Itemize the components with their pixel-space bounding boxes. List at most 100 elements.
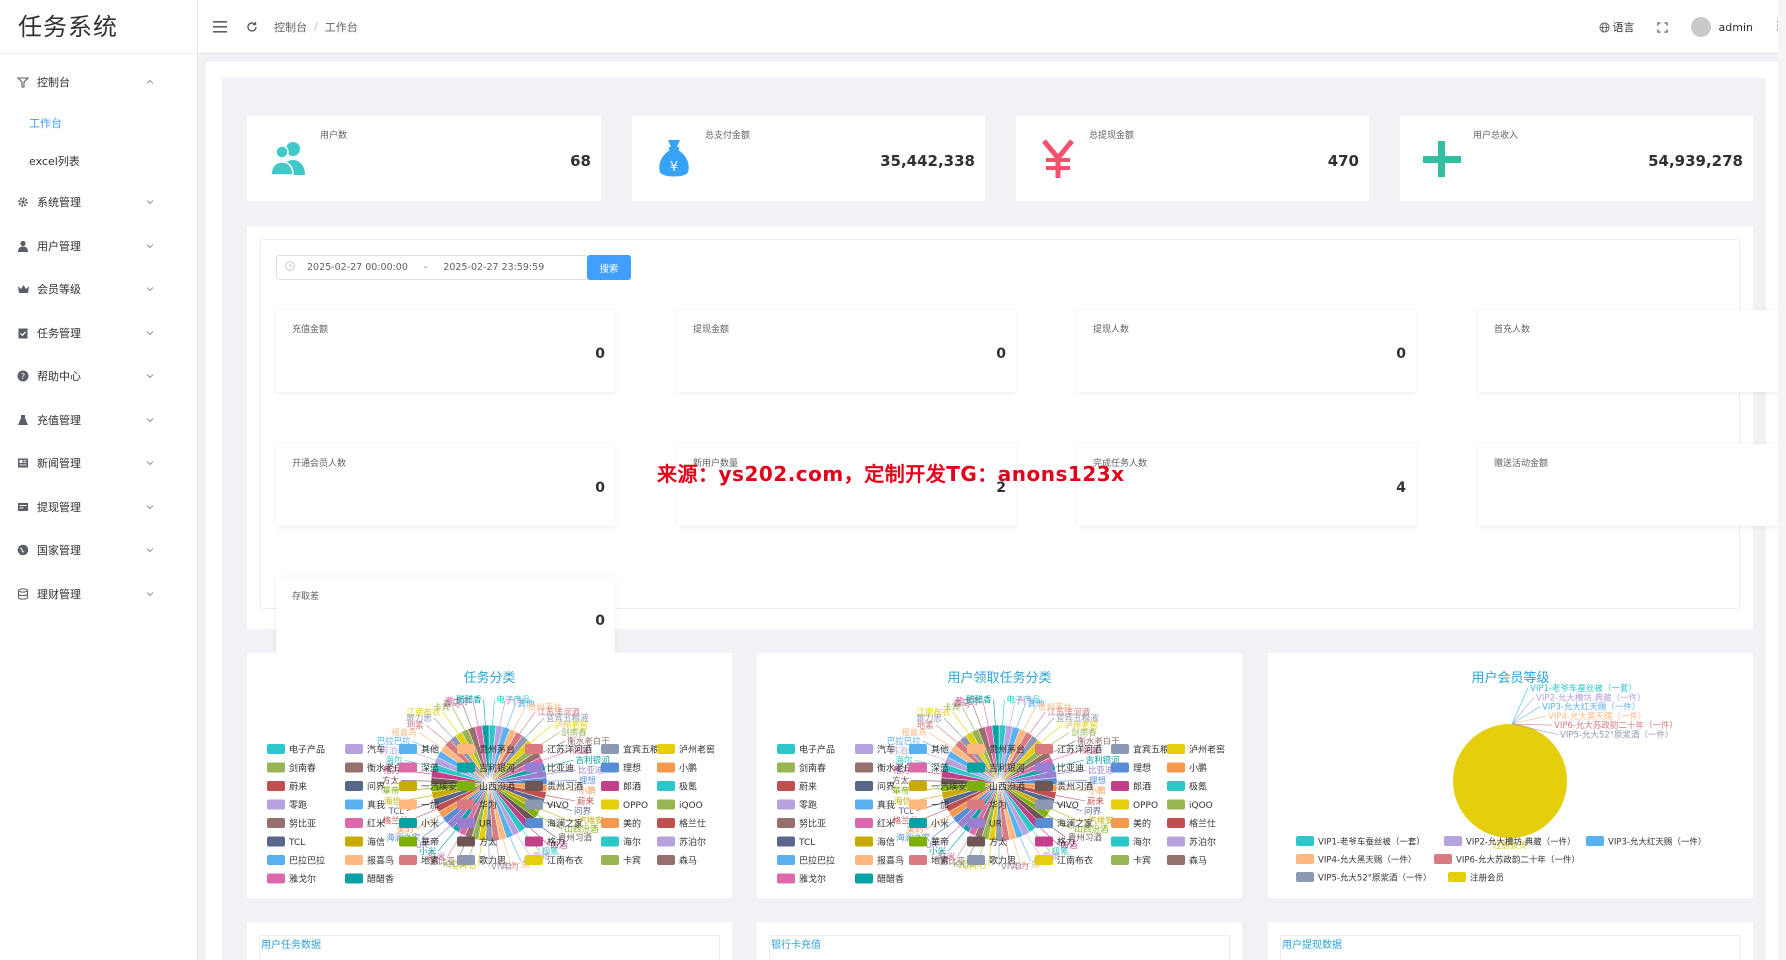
sidebar-item-2[interactable]: 用户管理 bbox=[0, 224, 197, 268]
legend-item[interactable]: 森马 bbox=[657, 855, 697, 867]
legend-item[interactable]: 海信 bbox=[345, 836, 385, 848]
legend-item[interactable]: VIVO bbox=[525, 799, 569, 812]
legend-item[interactable]: 一汽埃安 bbox=[399, 781, 457, 793]
fullscreen-icon[interactable] bbox=[1655, 19, 1671, 35]
legend-item[interactable]: 海澜之家 bbox=[525, 818, 583, 830]
sidebar-item-5[interactable]: ? 帮助中心 bbox=[0, 355, 197, 399]
sidebar-item-9[interactable]: 国家管理 bbox=[0, 529, 197, 573]
legend-item[interactable]: VIP4-允大黑天赐（一件） bbox=[1296, 854, 1416, 866]
legend-item[interactable]: 其他 bbox=[399, 744, 439, 756]
legend-item[interactable]: 山西汾酒 bbox=[457, 781, 515, 793]
legend-item[interactable]: VIP3-允大红天赐（一件） bbox=[1586, 836, 1706, 848]
legend-item[interactable]: 格兰仕 bbox=[1167, 818, 1216, 830]
legend-item[interactable]: 歌力思 bbox=[967, 855, 1016, 867]
legend-item[interactable]: 比亚迪 bbox=[525, 762, 574, 774]
sidebar-item-10[interactable]: 理财管理 bbox=[0, 572, 197, 616]
legend-item[interactable]: 贵州茅台 bbox=[457, 744, 515, 756]
legend-item[interactable]: 森马 bbox=[1167, 855, 1207, 867]
legend-item[interactable]: 江南布衣 bbox=[1035, 855, 1093, 867]
legend-item[interactable]: 汽车 bbox=[855, 744, 895, 756]
legend-item[interactable]: 江南布衣 bbox=[525, 855, 583, 867]
legend-item[interactable]: 汽车 bbox=[345, 744, 385, 756]
legend-item[interactable]: 卡宾 bbox=[1111, 855, 1151, 867]
legend-item[interactable]: 一加 bbox=[399, 799, 439, 812]
legend-item[interactable]: 比亚迪 bbox=[1035, 762, 1084, 774]
legend-item[interactable]: OPPO bbox=[601, 799, 648, 812]
search-button[interactable]: 搜索 bbox=[587, 255, 631, 280]
sidebar-subitem-0-1[interactable]: excel列表 bbox=[0, 142, 197, 181]
legend-item[interactable]: 真我 bbox=[345, 799, 385, 811]
legend-item[interactable]: OPPO bbox=[1111, 799, 1158, 812]
sidebar-item-7[interactable]: 新闻管理 bbox=[0, 442, 197, 486]
legend-item[interactable]: 美的 bbox=[1111, 818, 1151, 830]
menu-toggle-icon[interactable] bbox=[212, 19, 228, 35]
legend-item[interactable]: 理想 bbox=[601, 762, 641, 774]
legend-item[interactable]: 山西汾酒 bbox=[967, 781, 1025, 793]
legend-item[interactable]: 醋醋香 bbox=[345, 873, 394, 885]
date-end-input[interactable]: 2025-02-27 23:59:59 bbox=[443, 262, 544, 273]
legend-item[interactable]: 海尔 bbox=[601, 836, 641, 848]
sidebar-subitem-0-0[interactable]: 工作台 bbox=[0, 104, 197, 143]
legend-item[interactable]: 零跑 bbox=[777, 799, 817, 811]
legend-item[interactable]: VIP5-允大52°原浆酒（一件） bbox=[1296, 872, 1432, 884]
legend-item[interactable]: 小米 bbox=[909, 818, 949, 830]
legend-item[interactable]: 苏泊尔 bbox=[1167, 836, 1216, 848]
legend-item[interactable]: 歌力思 bbox=[457, 855, 506, 867]
sidebar-item-8[interactable]: 提现管理 bbox=[0, 485, 197, 529]
legend-item[interactable]: 问界 bbox=[345, 781, 385, 793]
legend-item[interactable]: VIP2-允大槽坊.典藏（一件） bbox=[1444, 836, 1576, 848]
language-switch[interactable]: 语言 bbox=[1598, 19, 1635, 35]
avatar[interactable] bbox=[1690, 17, 1711, 37]
legend-item[interactable]: 报喜鸟 bbox=[855, 855, 904, 867]
legend-item[interactable]: 蔚来 bbox=[777, 781, 817, 793]
legend-item[interactable]: 江苏洋河酒 bbox=[525, 744, 592, 756]
legend-item[interactable]: 电子产品 bbox=[267, 744, 325, 756]
legend-item[interactable]: 海澜之家 bbox=[1035, 818, 1093, 830]
legend-item[interactable]: 极氪 bbox=[1167, 781, 1207, 793]
legend-item[interactable]: 其他 bbox=[909, 744, 949, 756]
legend-item[interactable]: 小米 bbox=[399, 818, 439, 830]
legend-item[interactable]: 贵州习酒 bbox=[1035, 781, 1093, 793]
legend-item[interactable]: 剑南春 bbox=[777, 762, 826, 774]
legend-item[interactable]: 巴拉巴拉 bbox=[777, 855, 835, 867]
legend-item[interactable]: 贵州茅台 bbox=[967, 744, 1025, 756]
sidebar-item-6[interactable]: 充值管理 bbox=[0, 398, 197, 442]
legend-item[interactable]: iQOO bbox=[1167, 799, 1213, 812]
sidebar-item-1[interactable]: 系统管理 bbox=[0, 181, 197, 225]
legend-item[interactable]: 理想 bbox=[1111, 762, 1151, 774]
sidebar-item-0[interactable]: 控制台 bbox=[0, 60, 197, 104]
legend-item[interactable]: 吉利银河 bbox=[967, 762, 1025, 774]
sidebar-item-3[interactable]: 会员等级 bbox=[0, 268, 197, 312]
legend-item[interactable]: 泸州老窖 bbox=[1167, 744, 1225, 756]
legend-item[interactable]: 格兰仕 bbox=[657, 818, 706, 830]
refresh-icon[interactable] bbox=[244, 19, 260, 35]
legend-item[interactable]: 郎酒 bbox=[1111, 781, 1151, 793]
legend-item[interactable]: 剑南春 bbox=[267, 762, 316, 774]
legend-item[interactable]: iQOO bbox=[657, 799, 703, 812]
legend-item[interactable]: 蔚来 bbox=[267, 781, 307, 793]
legend-item[interactable]: 努比亚 bbox=[267, 818, 316, 830]
legend-item[interactable]: 巴拉巴拉 bbox=[267, 855, 325, 867]
legend-item[interactable]: 红米 bbox=[855, 818, 895, 830]
legend-item[interactable]: 江苏洋河酒 bbox=[1035, 744, 1102, 756]
legend-item[interactable]: 泸州老窖 bbox=[657, 744, 715, 756]
legend-item[interactable]: 注册会员 bbox=[1448, 872, 1504, 884]
legend-item[interactable]: 红米 bbox=[345, 818, 385, 830]
page-scrollbar[interactable] bbox=[1778, 0, 1786, 960]
legend-item[interactable]: 苏泊尔 bbox=[657, 836, 706, 848]
legend-item[interactable]: 贵州习酒 bbox=[525, 781, 583, 793]
legend-item[interactable]: 海尔 bbox=[1111, 836, 1151, 848]
legend-item[interactable]: 问界 bbox=[855, 781, 895, 793]
date-start-input[interactable]: 2025-02-27 00:00:00 bbox=[307, 262, 408, 273]
legend-item[interactable]: 努比亚 bbox=[777, 818, 826, 830]
date-range-picker[interactable]: 2025-02-27 00:00:00 - 2025-02-27 23:59:5… bbox=[276, 255, 588, 280]
legend-item[interactable]: 小鹏 bbox=[1167, 762, 1207, 774]
legend-item[interactable]: 一加 bbox=[909, 799, 949, 812]
legend-item[interactable]: 电子产品 bbox=[777, 744, 835, 756]
legend-item[interactable]: 极氪 bbox=[657, 781, 697, 793]
sidebar-item-4[interactable]: 任务管理 bbox=[0, 311, 197, 355]
breadcrumb-item-console[interactable]: 控制台 bbox=[274, 19, 307, 35]
legend-item[interactable]: VIP6-允大苏政韵二十年（一件） bbox=[1434, 854, 1580, 866]
legend-item[interactable]: 雅戈尔 bbox=[267, 873, 316, 885]
legend-item[interactable]: VIP1-老爷车蚕丝被（一套） bbox=[1296, 836, 1425, 848]
